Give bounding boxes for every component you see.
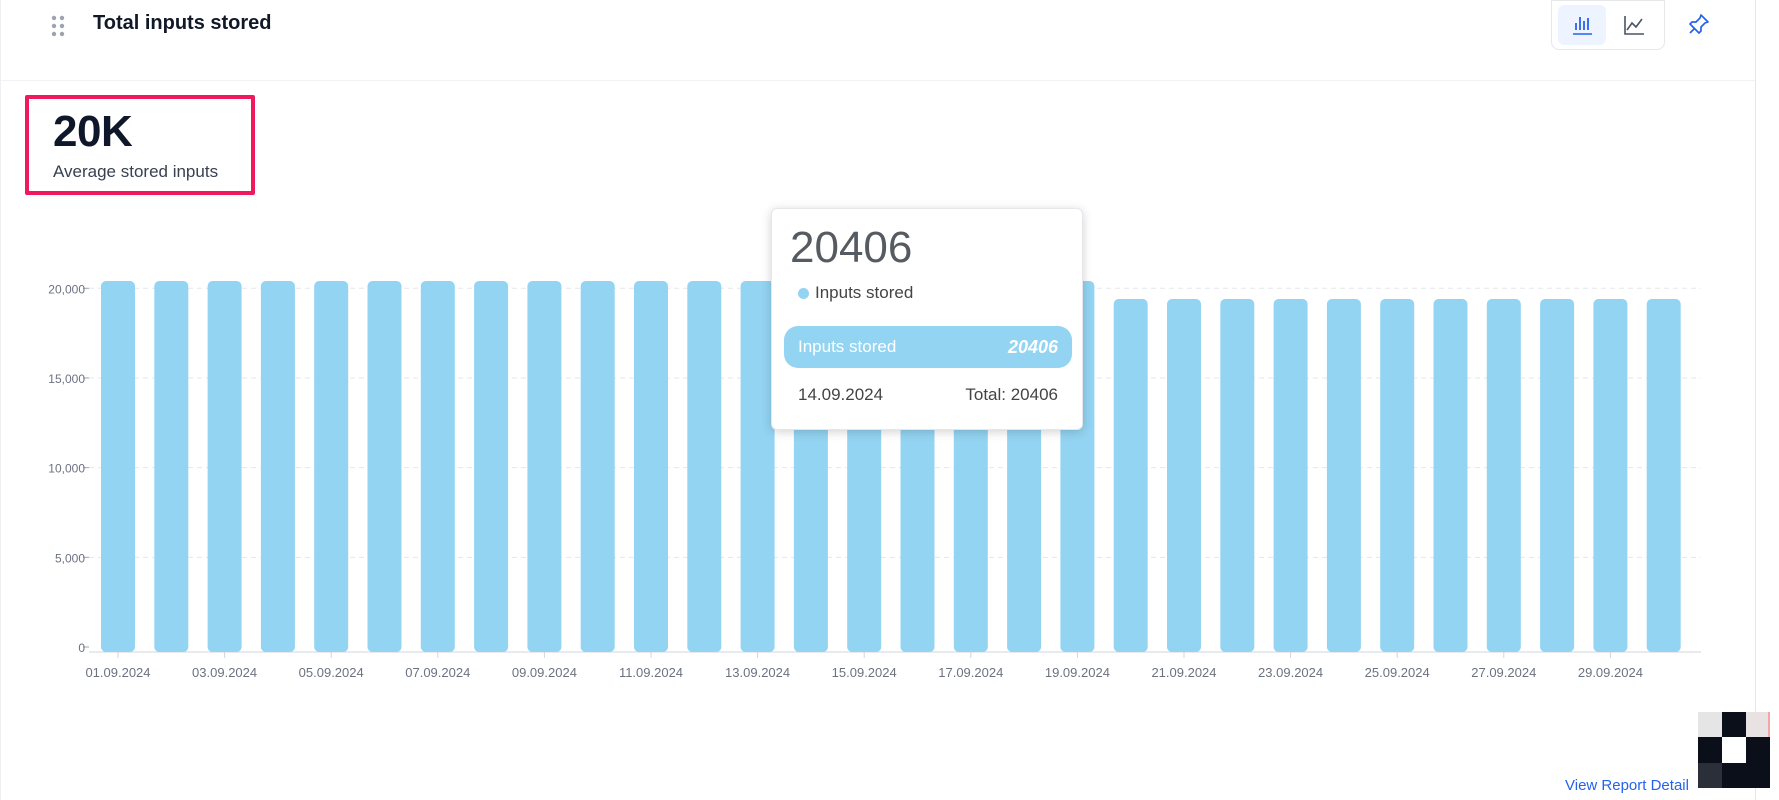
bar[interactable] (1433, 299, 1468, 652)
tooltip-legend-label: Inputs stored (815, 283, 914, 302)
bar[interactable] (580, 281, 615, 652)
bar[interactable] (687, 281, 722, 652)
bar[interactable] (314, 281, 349, 652)
x-tick-label: 21.09.2024 (1151, 665, 1216, 680)
x-tick-label: 25.09.2024 (1365, 665, 1430, 680)
y-tick-label: 0 (78, 641, 85, 655)
pin-icon (1689, 14, 1709, 34)
x-tick-label: 23.09.2024 (1258, 665, 1323, 680)
x-tick-label: 07.09.2024 (405, 665, 470, 680)
kpi-value: 20K (53, 107, 133, 156)
bar[interactable] (154, 281, 189, 652)
tooltip-legend: Inputs stored (798, 283, 913, 303)
bar[interactable] (260, 281, 295, 652)
x-tick-label: 09.09.2024 (512, 665, 577, 680)
tooltip-pill-label: Inputs stored (798, 337, 897, 356)
chart-tooltip: 20406 Inputs stored Inputs stored 20406 … (771, 208, 1083, 430)
kpi-label: Average stored inputs (53, 162, 219, 181)
bar[interactable] (1220, 299, 1255, 652)
tooltip-value: 20406 (790, 223, 913, 272)
qr-code-icon (1698, 712, 1770, 788)
view-report-link[interactable]: View Report Detail (1565, 777, 1689, 794)
line-chart-toggle-button[interactable] (1610, 5, 1658, 45)
y-tick-label: 15,000 (48, 372, 85, 386)
tooltip-total: Total: 20406 (965, 385, 1058, 404)
chart-type-toggle (1551, 0, 1665, 50)
drag-handle-icon[interactable] (51, 15, 65, 37)
x-tick-label: 13.09.2024 (725, 665, 790, 680)
card-title: Total inputs stored (93, 12, 272, 34)
tooltip-series-pill: Inputs stored 20406 (784, 326, 1072, 368)
bar[interactable] (527, 281, 562, 652)
bar[interactable] (1326, 299, 1361, 652)
bar[interactable] (1167, 299, 1201, 652)
bar-chart-toggle-button[interactable] (1558, 5, 1606, 45)
x-tick-label: 03.09.2024 (192, 665, 257, 680)
bar-chart-icon (1573, 17, 1592, 35)
y-tick-label: 20,000 (48, 282, 85, 296)
x-tick-label: 27.09.2024 (1471, 665, 1536, 680)
pin-button[interactable] (1681, 6, 1717, 42)
bar[interactable] (1646, 299, 1681, 652)
x-tick-label: 15.09.2024 (832, 665, 897, 680)
y-tick-label: 10,000 (48, 462, 85, 476)
bar[interactable] (474, 281, 509, 652)
legend-dot-icon (798, 287, 809, 299)
bar[interactable] (1486, 299, 1521, 652)
bar[interactable] (1380, 299, 1415, 652)
x-tick-label: 29.09.2024 (1578, 665, 1643, 680)
bar[interactable] (634, 281, 668, 652)
bar[interactable] (207, 281, 242, 652)
bar[interactable] (367, 281, 402, 652)
bar[interactable] (740, 281, 775, 652)
line-chart-icon (1624, 16, 1644, 35)
card-header: Total inputs stored (1, 0, 1755, 81)
x-tick-label: 11.09.2024 (619, 665, 683, 680)
bar[interactable] (1273, 299, 1308, 652)
x-tick-label: 17.09.2024 (938, 665, 1003, 680)
bar[interactable] (101, 281, 135, 652)
x-tick-label: 01.09.2024 (85, 665, 150, 680)
bar[interactable] (1540, 299, 1575, 652)
report-card: Total inputs stored 20K Average stored i… (0, 0, 1756, 800)
bar[interactable] (1593, 299, 1628, 652)
bar[interactable] (1113, 299, 1148, 652)
y-tick-label: 5,000 (55, 551, 85, 565)
x-tick-label: 19.09.2024 (1045, 665, 1110, 680)
tooltip-date: 14.09.2024 (798, 385, 884, 404)
bar[interactable] (420, 281, 455, 652)
x-tick-label: 05.09.2024 (299, 665, 364, 680)
kpi-highlight-box: 20K Average stored inputs (25, 95, 255, 195)
tooltip-pill-value: 20406 (1007, 337, 1058, 357)
